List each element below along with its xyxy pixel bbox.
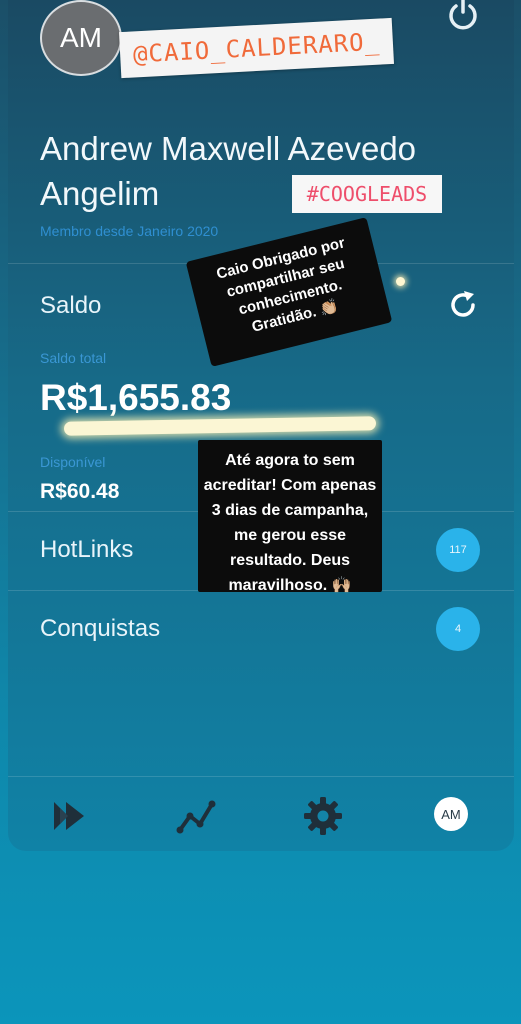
testimonial-sticker: Até agora to sem acreditar! Com apenas 3… — [198, 440, 382, 594]
available-balance-value: R$60.48 — [40, 480, 120, 503]
gear-icon[interactable] — [303, 796, 343, 836]
user-avatar[interactable]: AM — [40, 0, 122, 76]
profile-avatar[interactable]: AM — [434, 797, 468, 831]
power-icon[interactable] — [446, 0, 480, 30]
available-balance-label: Disponível — [40, 454, 106, 470]
tag-sticker: #COOGLEADS — [292, 175, 442, 213]
balance-section-label: Saldo — [40, 292, 102, 319]
fast-forward-icon[interactable] — [50, 796, 90, 836]
refresh-icon[interactable] — [446, 288, 480, 322]
menu-item-conquistas[interactable]: Conquistas — [40, 615, 160, 643]
total-balance-value: R$1,655.83 — [40, 377, 232, 418]
conquistas-count-badge: 4 — [436, 607, 480, 651]
menu-item-hotlinks[interactable]: HotLinks — [40, 536, 133, 564]
member-since: Membro desde Janeiro 2020 — [40, 223, 219, 239]
total-balance-label: Saldo total — [40, 350, 107, 366]
hotlinks-count-badge: 117 — [436, 528, 480, 572]
divider — [8, 776, 514, 777]
sparkle-dot — [396, 277, 405, 286]
trending-chart-icon[interactable] — [176, 796, 216, 836]
